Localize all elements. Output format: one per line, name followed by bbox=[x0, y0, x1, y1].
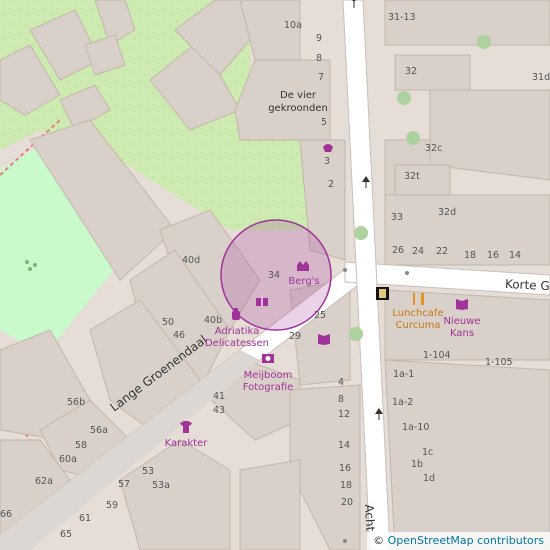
house-number: 32d bbox=[438, 207, 457, 218]
house-number: 18 bbox=[464, 250, 477, 261]
copyright-symbol: © bbox=[373, 534, 385, 547]
house-number: 16 bbox=[339, 463, 352, 474]
house-number: 66 bbox=[0, 509, 13, 520]
info-board-icon bbox=[376, 287, 389, 300]
house-number: 26 bbox=[392, 245, 405, 256]
map[interactable]: Lange Groenendaal Korte G Acht Berg's Ad… bbox=[0, 0, 550, 550]
clothes-icon bbox=[180, 421, 192, 433]
deli-icon bbox=[232, 308, 240, 320]
house-number: 43 bbox=[213, 405, 226, 416]
house-number: 10a bbox=[284, 20, 302, 31]
house-number: 32 bbox=[405, 66, 418, 77]
gift-icon bbox=[256, 295, 268, 306]
junction-dot-1 bbox=[343, 268, 347, 272]
house-number: 22 bbox=[436, 246, 449, 257]
poi-label-karakter: Karakter bbox=[164, 438, 208, 449]
house-number: 18 bbox=[340, 480, 353, 491]
house-number: 53a bbox=[152, 480, 170, 491]
house-number: 58 bbox=[75, 440, 88, 451]
house-number: 40d bbox=[182, 255, 201, 266]
house-number: 1d bbox=[423, 473, 436, 484]
house-number: 56a bbox=[90, 425, 108, 436]
cake-icon bbox=[297, 261, 309, 271]
house-number: 20 bbox=[341, 497, 354, 508]
junction-dot-3 bbox=[343, 539, 347, 543]
poi-label-devier-2: gekroonden bbox=[268, 103, 328, 114]
restaurant-icon bbox=[413, 293, 424, 305]
poi-label-meijboom-2: Fotografie bbox=[242, 382, 294, 393]
poi-label-nieuwe-1: Nieuwe bbox=[443, 316, 481, 327]
house-number: 34 bbox=[268, 270, 281, 281]
attribution: © OpenStreetMap contributors bbox=[367, 532, 550, 550]
house-number: 16 bbox=[487, 250, 500, 261]
house-number: 1c bbox=[422, 447, 434, 458]
attribution-link[interactable]: OpenStreetMap contributors bbox=[388, 534, 544, 547]
poi-label-lunchcafe-1: Lunchcafe bbox=[392, 308, 444, 319]
house-number: 24 bbox=[412, 246, 425, 257]
house-number: 3 bbox=[324, 156, 331, 167]
house-number: 1b bbox=[411, 459, 424, 470]
poi-label-lunchcafe-2: Curcuma bbox=[395, 320, 441, 331]
poi-label-bergs: Berg's bbox=[288, 276, 320, 287]
house-number: 29 bbox=[289, 331, 302, 342]
house-number: 65 bbox=[60, 529, 73, 540]
house-number: 1a-10 bbox=[402, 422, 430, 433]
poi-label-devier-1: De vier bbox=[280, 90, 316, 101]
house-number: 62a bbox=[35, 476, 53, 487]
street-label-achter: Acht bbox=[362, 503, 378, 532]
house-number: 53 bbox=[142, 466, 155, 477]
house-number: 14 bbox=[338, 440, 351, 451]
house-number: 14 bbox=[509, 250, 522, 261]
house-number: 5 bbox=[321, 117, 328, 128]
junction-dot-2 bbox=[405, 271, 409, 275]
house-number: 7 bbox=[318, 72, 325, 83]
house-number: 46 bbox=[173, 330, 186, 341]
house-number: 61 bbox=[79, 513, 92, 524]
house-number: 1-105 bbox=[485, 357, 513, 368]
bakery-icon bbox=[323, 144, 333, 152]
house-number: 59 bbox=[106, 500, 119, 511]
house-number: 1-104 bbox=[423, 350, 451, 361]
house-number: 40b bbox=[204, 315, 223, 326]
house-number: 57 bbox=[118, 479, 131, 490]
house-number: 12 bbox=[338, 409, 351, 420]
house-number: 56b bbox=[67, 397, 86, 408]
house-number: 8 bbox=[316, 53, 323, 64]
house-number: 2 bbox=[328, 179, 335, 190]
house-number: 31d bbox=[532, 72, 550, 83]
house-number: 32c bbox=[425, 143, 443, 154]
street-label-korte: Korte G bbox=[504, 276, 550, 294]
house-number: 4 bbox=[338, 377, 345, 388]
poi-label-adriatika-2: Delicatessen bbox=[204, 338, 270, 349]
house-number: 50 bbox=[162, 317, 175, 328]
house-number: 33 bbox=[391, 212, 404, 223]
house-number: 8 bbox=[338, 394, 345, 405]
book-icon-2 bbox=[456, 299, 468, 310]
house-number: 1a-2 bbox=[392, 397, 414, 408]
poi-label-nieuwe-2: Kans bbox=[449, 328, 475, 339]
camera-icon bbox=[262, 354, 274, 363]
house-number: 32t bbox=[404, 171, 420, 182]
poi-label-meijboom-1: Meijboom bbox=[243, 370, 293, 381]
house-number: 41 bbox=[213, 391, 226, 402]
house-number: 9 bbox=[316, 33, 323, 44]
house-number: 25 bbox=[314, 310, 327, 321]
house-number: 60a bbox=[59, 454, 77, 465]
book-icon bbox=[318, 334, 330, 345]
poi-label-adriatika-1: Adriatika bbox=[214, 326, 260, 337]
house-number: 31-13 bbox=[388, 12, 416, 23]
house-number: 1a-1 bbox=[393, 369, 415, 380]
